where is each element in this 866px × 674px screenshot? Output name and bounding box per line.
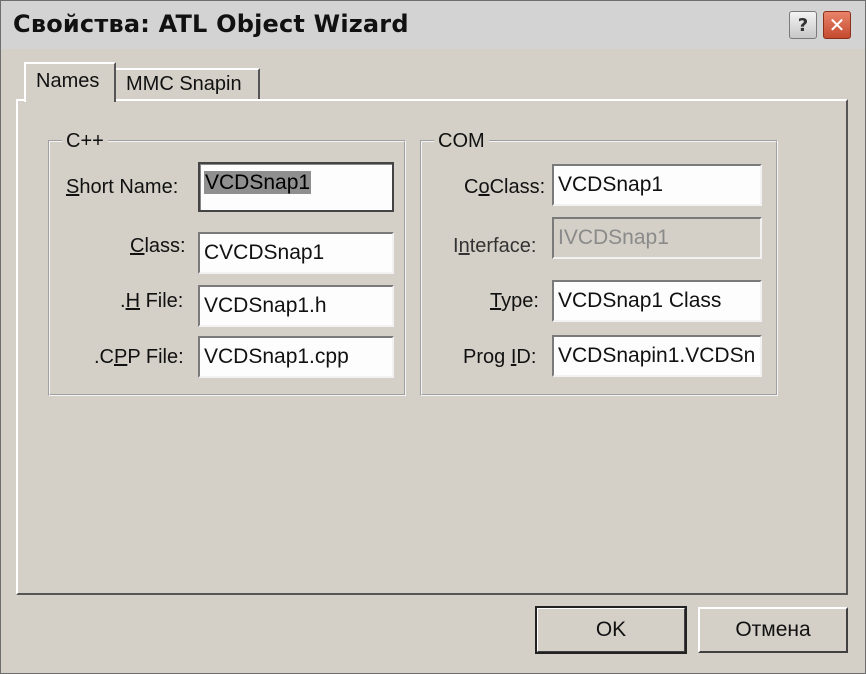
title-bar[interactable]: Свойства: ATL Object Wizard ? ✕ (1, 1, 865, 49)
ok-button[interactable]: OK (535, 606, 687, 654)
cpp-file-field[interactable]: VCDSnap1.cpp (198, 336, 394, 378)
cancel-button[interactable]: Отмена (698, 607, 848, 653)
h-file-label: .H File: (120, 290, 184, 312)
tab-names[interactable]: Names (24, 62, 116, 102)
tab-mmc-snapin[interactable]: MMC Snapin (114, 68, 260, 100)
window-title: Свойства: ATL Object Wizard (13, 10, 409, 38)
type-label: Type: (490, 290, 539, 312)
class-label: Class: (130, 235, 186, 257)
help-icon: ? (797, 14, 809, 36)
cpp-group-title: C++ (62, 130, 108, 153)
interface-label: Interface: (453, 235, 537, 257)
close-button[interactable]: ✕ (823, 11, 851, 39)
prog-id-label: Prog ID: (463, 346, 537, 368)
prog-id-field[interactable]: VCDSnapin1.VCDSn (552, 335, 762, 377)
short-name-field[interactable]: VCDSnap1 (198, 162, 394, 212)
class-field[interactable]: CVCDSnap1 (198, 232, 394, 274)
coclass-label: CoClass: (464, 176, 546, 198)
type-field[interactable]: VCDSnap1 Class (552, 280, 762, 322)
coclass-field[interactable]: VCDSnap1 (552, 164, 762, 206)
interface-field: IVCDSnap1 (552, 217, 762, 259)
close-icon: ✕ (828, 13, 846, 37)
cpp-file-label: .CPP File: (94, 346, 184, 368)
h-file-field[interactable]: VCDSnap1.h (198, 285, 394, 327)
com-group-title: COM (434, 130, 489, 153)
short-name-label: Short Name: (66, 176, 179, 198)
help-button[interactable]: ? (789, 11, 817, 39)
